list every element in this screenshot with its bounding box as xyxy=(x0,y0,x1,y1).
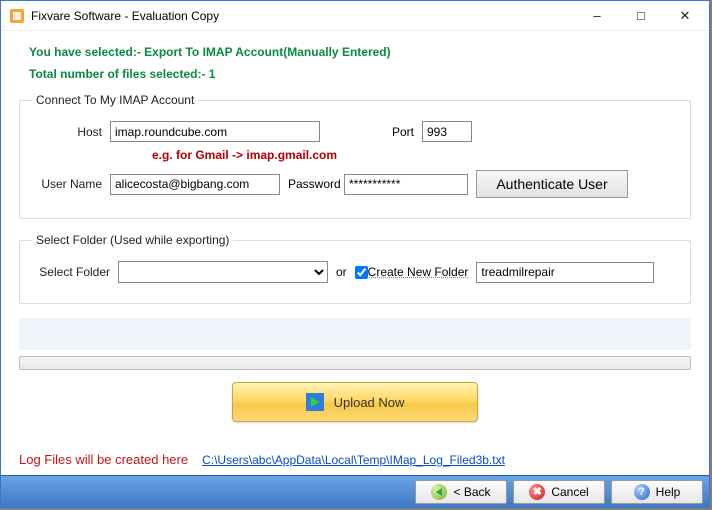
host-label: Host xyxy=(32,125,110,139)
authenticate-button[interactable]: Authenticate User xyxy=(476,170,628,198)
window-controls: – □ ✕ xyxy=(575,2,707,30)
window-title: Fixvare Software - Evaluation Copy xyxy=(31,9,575,23)
upload-now-button[interactable]: Upload Now xyxy=(232,382,478,422)
progress-area xyxy=(19,318,691,370)
files-count-message: Total number of files selected:- 1 xyxy=(29,67,691,81)
title-bar: Fixvare Software - Evaluation Copy – □ ✕ xyxy=(1,1,709,31)
upload-icon xyxy=(306,393,324,411)
folder-select-legend: Select Folder (Used while exporting) xyxy=(32,233,233,247)
back-label: < Back xyxy=(453,485,490,499)
upload-now-label: Upload Now xyxy=(334,395,405,410)
new-folder-name-input[interactable] xyxy=(476,262,654,283)
imap-connect-group: Connect To My IMAP Account Host Port e.g… xyxy=(19,93,691,219)
maximize-button[interactable]: □ xyxy=(619,2,663,30)
host-hint: e.g. for Gmail -> imap.gmail.com xyxy=(152,148,678,162)
username-label: User Name xyxy=(32,177,110,191)
help-label: Help xyxy=(656,485,681,499)
port-input[interactable] xyxy=(422,121,472,142)
folder-dropdown[interactable] xyxy=(118,261,328,283)
imap-connect-legend: Connect To My IMAP Account xyxy=(32,93,198,107)
app-window: Fixvare Software - Evaluation Copy – □ ✕… xyxy=(0,0,710,508)
folder-select-group: Select Folder (Used while exporting) Sel… xyxy=(19,233,691,304)
log-label: Log Files will be created here xyxy=(19,452,188,467)
cancel-button[interactable]: ✖ Cancel xyxy=(513,480,605,504)
close-button[interactable]: ✕ xyxy=(663,2,707,30)
password-label: Password xyxy=(280,177,344,191)
password-input[interactable] xyxy=(344,174,468,195)
or-text: or xyxy=(336,265,347,279)
back-icon xyxy=(431,484,447,500)
create-new-folder-checkbox[interactable] xyxy=(355,266,368,279)
log-path-link[interactable]: C:\Users\abc\AppData\Local\Temp\IMap_Log… xyxy=(202,453,505,467)
username-input[interactable] xyxy=(110,174,280,195)
create-new-folder-label[interactable]: Create New Folder xyxy=(368,265,469,279)
wizard-footer: < Back ✖ Cancel ? Help xyxy=(1,475,709,507)
minimize-button[interactable]: – xyxy=(575,2,619,30)
help-button[interactable]: ? Help xyxy=(611,480,703,504)
back-button[interactable]: < Back xyxy=(415,480,507,504)
app-icon xyxy=(9,8,25,24)
status-panel xyxy=(19,318,691,350)
log-file-line: Log Files will be created here C:\Users\… xyxy=(19,452,505,467)
help-icon: ? xyxy=(634,484,650,500)
select-folder-label: Select Folder xyxy=(32,265,118,279)
selection-message: You have selected:- Export To IMAP Accou… xyxy=(29,45,691,59)
cancel-icon: ✖ xyxy=(529,484,545,500)
progress-bar xyxy=(19,356,691,370)
cancel-label: Cancel xyxy=(551,485,588,499)
host-input[interactable] xyxy=(110,121,320,142)
port-label: Port xyxy=(390,125,422,139)
